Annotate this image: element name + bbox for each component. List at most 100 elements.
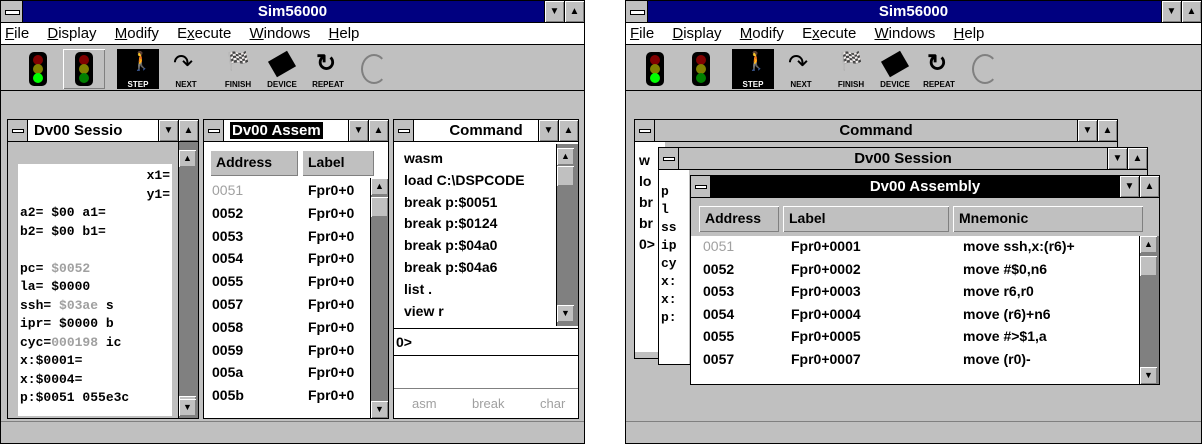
- asm-address: 0052: [703, 260, 735, 277]
- session-sysmenu-icon[interactable]: [8, 120, 28, 141]
- checkered-flag-icon: 🏁: [840, 51, 863, 71]
- scroll-up-arrow-icon[interactable]: ▲: [557, 148, 574, 165]
- command-peek-line: lo: [639, 173, 652, 189]
- menu-windows[interactable]: Windows: [249, 25, 310, 42]
- command-sysmenu-icon[interactable]: [635, 120, 655, 141]
- menu-bar: File Display Modify Execute Windows Help: [626, 23, 1201, 45]
- traffic-light-green-icon: [646, 52, 664, 86]
- scroll-down-arrow-icon[interactable]: ▼: [1140, 367, 1157, 384]
- left-command-title: Command ▼ ▲: [394, 120, 578, 142]
- command-maximize-button[interactable]: ▲: [558, 120, 578, 141]
- assembly-sysmenu-icon[interactable]: [204, 120, 224, 141]
- command-minimize-button[interactable]: ▼: [538, 120, 558, 141]
- maximize-button[interactable]: ▲: [1181, 1, 1201, 22]
- scroll-up-arrow-icon[interactable]: ▲: [371, 178, 388, 195]
- asm-mnemonic: move (r0)-: [963, 350, 1031, 367]
- assembly-scrollbar[interactable]: ▲ ▼: [370, 178, 388, 418]
- scroll-down-arrow-icon[interactable]: ▼: [557, 305, 574, 322]
- label-column-header[interactable]: Label: [783, 206, 949, 232]
- command-sysmenu-icon[interactable]: [394, 120, 414, 141]
- assembly-sysmenu-icon[interactable]: [691, 176, 711, 197]
- stop-button[interactable]: [680, 49, 722, 89]
- register-row: x1=: [20, 168, 170, 183]
- register-row: a2= $00 a1=: [20, 205, 170, 220]
- command-title-text: Command: [449, 122, 523, 139]
- assembly-maximize-button[interactable]: ▲: [1139, 176, 1159, 197]
- menu-file[interactable]: File: [5, 25, 29, 42]
- footer-asm[interactable]: asm: [412, 389, 437, 419]
- menu-file[interactable]: File: [630, 25, 654, 42]
- finish-label: FINISH: [837, 80, 865, 89]
- finish-button[interactable]: 🏁 FINISH: [830, 49, 872, 89]
- scroll-up-arrow-icon[interactable]: ▲: [1140, 236, 1157, 253]
- mnemonic-column-header[interactable]: Mnemonic: [953, 206, 1143, 232]
- chip-icon: [880, 50, 910, 78]
- device-button[interactable]: DEVICE: [874, 49, 916, 89]
- asm-label: Fpr0+0003: [791, 283, 861, 299]
- register-text: la= $0000: [20, 279, 91, 294]
- menu-modify[interactable]: Modify: [740, 25, 784, 42]
- repeat-button[interactable]: ↻ REPEAT: [307, 49, 349, 89]
- finish-button[interactable]: 🏁 FINISH: [217, 49, 259, 89]
- menu-help[interactable]: Help: [954, 25, 985, 42]
- address-column-header[interactable]: Address: [210, 150, 298, 176]
- command-scrollbar[interactable]: ▲ ▼: [556, 144, 578, 326]
- menu-help[interactable]: Help: [329, 25, 360, 42]
- command-maximize-button[interactable]: ▲: [1097, 120, 1117, 141]
- assembly-maximize-button[interactable]: ▲: [368, 120, 388, 141]
- assembly-minimize-button[interactable]: ▼: [1119, 176, 1139, 197]
- address-column-header[interactable]: Address: [699, 206, 779, 232]
- menu-modify[interactable]: Modify: [115, 25, 159, 42]
- command-peek-line: br: [639, 194, 653, 210]
- asm-address: 0058: [212, 318, 244, 335]
- label-column-header[interactable]: Label: [302, 150, 374, 176]
- system-menu-icon[interactable]: [1, 1, 23, 22]
- traffic-light-green-icon: [29, 52, 47, 86]
- scroll-up-arrow-icon[interactable]: ▲: [179, 150, 196, 167]
- footer-char[interactable]: char: [540, 389, 565, 419]
- maximize-button[interactable]: ▲: [564, 1, 584, 22]
- footer-break[interactable]: break: [472, 389, 505, 419]
- session-minimize-button[interactable]: ▼: [1107, 148, 1127, 169]
- command-peek-line: w: [639, 152, 650, 168]
- repeat-button[interactable]: ↻ REPEAT: [918, 49, 960, 89]
- scroll-thumb[interactable]: [371, 197, 388, 217]
- next-button[interactable]: ↷ NEXT: [165, 49, 207, 89]
- toolbar: 🚶 STEP ↷ NEXT 🏁 FINISH DEVICE ↻ REPEAT: [626, 46, 1201, 91]
- scroll-down-arrow-icon[interactable]: ▼: [371, 401, 388, 418]
- go-button[interactable]: [17, 49, 59, 89]
- session-maximize-button[interactable]: ▲: [1127, 148, 1147, 169]
- device-label: DEVICE: [880, 80, 910, 89]
- device-button[interactable]: DEVICE: [261, 49, 303, 89]
- session-minimize-button[interactable]: ▼: [158, 120, 178, 141]
- scroll-down-arrow-icon[interactable]: ▼: [179, 399, 196, 416]
- menu-display[interactable]: Display: [47, 25, 96, 42]
- assembly-minimize-button[interactable]: ▼: [348, 120, 368, 141]
- menu-execute[interactable]: Execute: [177, 25, 231, 42]
- minimize-button[interactable]: ▼: [544, 1, 564, 22]
- step-button[interactable]: 🚶 STEP: [732, 49, 774, 89]
- asm-address: 005a: [212, 364, 244, 381]
- command-minimize-button[interactable]: ▼: [1077, 120, 1097, 141]
- menu-execute[interactable]: Execute: [802, 25, 856, 42]
- system-menu-icon[interactable]: [626, 1, 648, 22]
- go-button[interactable]: [634, 49, 676, 89]
- menu-display[interactable]: Display: [672, 25, 721, 42]
- scroll-thumb[interactable]: [1140, 256, 1157, 276]
- assembly-scrollbar[interactable]: ▲ ▼: [1139, 236, 1159, 384]
- minimize-button[interactable]: ▼: [1161, 1, 1181, 22]
- register-row: y1=: [20, 187, 170, 202]
- menu-windows[interactable]: Windows: [874, 25, 935, 42]
- session-scrollbar[interactable]: ▲ ▼: [178, 142, 198, 418]
- session-sysmenu-icon[interactable]: [659, 148, 679, 169]
- asm-address: 0055: [703, 328, 735, 344]
- command-input[interactable]: 0>: [394, 328, 578, 356]
- asm-label: Fpr0+0: [308, 250, 355, 267]
- scroll-thumb[interactable]: [557, 166, 574, 186]
- stop-button[interactable]: [63, 49, 105, 89]
- left-status-bar: [1, 421, 584, 443]
- session-maximize-button[interactable]: ▲: [178, 120, 198, 141]
- next-button[interactable]: ↷ NEXT: [780, 49, 822, 89]
- step-button[interactable]: 🚶 STEP: [117, 49, 159, 89]
- session-peek-line: l: [661, 202, 669, 217]
